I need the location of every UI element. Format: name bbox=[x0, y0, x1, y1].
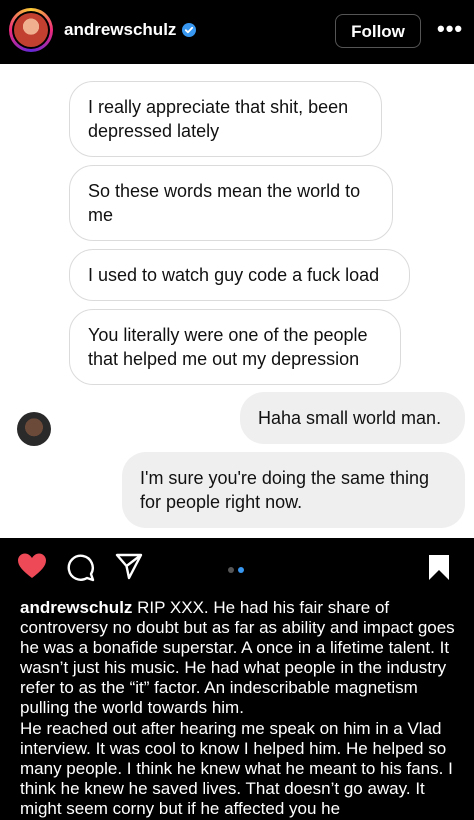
message-bubble-outgoing: Haha small world man. bbox=[240, 392, 465, 444]
dm-conversation: I really appreciate that shit, been depr… bbox=[0, 64, 474, 538]
message-bubble-incoming: So these words mean the world to me bbox=[69, 165, 393, 241]
post-actions bbox=[0, 538, 474, 594]
save-bookmark-icon[interactable] bbox=[428, 554, 450, 581]
like-heart-icon[interactable] bbox=[17, 552, 47, 580]
verified-badge-icon bbox=[182, 23, 196, 37]
follow-button[interactable]: Follow bbox=[335, 14, 421, 48]
avatar-frame bbox=[12, 11, 50, 49]
caption-username[interactable]: andrewschulz bbox=[20, 598, 132, 617]
caption-text-continued: He reached out after hearing me speak on… bbox=[20, 719, 453, 818]
carousel-dot-active bbox=[238, 567, 244, 573]
post-caption: andrewschulz RIP XXX. He had his fair sh… bbox=[20, 598, 460, 820]
avatar-image bbox=[14, 13, 48, 47]
more-options-icon[interactable]: ••• bbox=[437, 16, 463, 42]
carousel-dot bbox=[228, 567, 234, 573]
message-bubble-incoming: I used to watch guy code a fuck load bbox=[69, 249, 410, 301]
profile-header: andrewschulz Follow ••• bbox=[0, 0, 474, 64]
message-bubble-outgoing: I'm sure you're doing the same thing for… bbox=[122, 452, 465, 528]
message-bubble-incoming: I really appreciate that shit, been depr… bbox=[69, 81, 382, 157]
carousel-indicator bbox=[228, 560, 248, 578]
comment-icon[interactable] bbox=[66, 553, 95, 582]
share-icon[interactable] bbox=[115, 553, 143, 580]
post-section: andrewschulz RIP XXX. He had his fair sh… bbox=[0, 538, 474, 818]
profile-avatar[interactable] bbox=[9, 8, 53, 52]
username[interactable]: andrewschulz bbox=[64, 20, 176, 40]
sender-avatar bbox=[17, 412, 51, 446]
message-bubble-incoming: You literally were one of the people tha… bbox=[69, 309, 401, 385]
